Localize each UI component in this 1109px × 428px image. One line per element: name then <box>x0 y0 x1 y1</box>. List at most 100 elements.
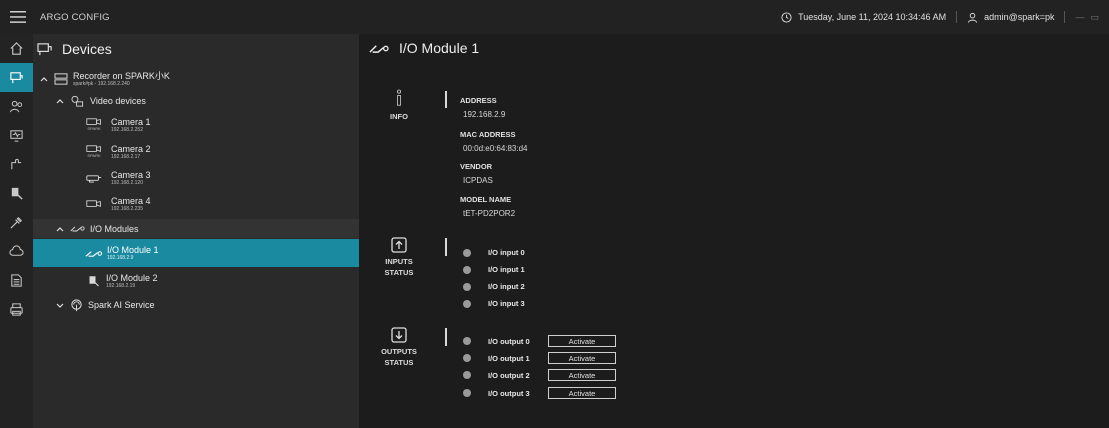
tree-item-io-module[interactable]: I/O Module 2 192.168.2.19 <box>33 269 359 293</box>
camera-icon <box>86 145 101 152</box>
tree-item-io-modules[interactable]: I/O Modules <box>33 219 359 238</box>
home-icon[interactable] <box>0 34 33 63</box>
activate-button[interactable]: Activate <box>548 387 616 399</box>
inputs-caption: INPUTS STATUS <box>384 257 414 277</box>
tree-item-camera[interactable]: Camera 3 192.168.2.120 <box>33 168 359 188</box>
users-icon[interactable] <box>0 92 33 121</box>
info-icon <box>397 89 401 106</box>
mac-label: MAC ADDRESS <box>460 130 516 139</box>
tree-item-camera[interactable]: SPARK Camera 2 192.168.2.17 <box>33 142 359 162</box>
io-input-row: I/O input 2 <box>463 282 548 291</box>
vendor-value: ICPDAS <box>463 176 493 185</box>
status-led <box>463 354 471 362</box>
devices-icon[interactable] <box>0 63 33 92</box>
user-icon <box>967 12 978 23</box>
status-led <box>463 337 471 345</box>
devices-panel: Devices Recorder on SPARK小K spark#pk - 1… <box>33 34 359 428</box>
camera-label: Camera 2 <box>111 144 151 154</box>
status-area: Tuesday, June 11, 2024 10:34:46 AM admin… <box>781 0 1099 34</box>
status-led <box>463 282 471 291</box>
model-value: tET-PD2POR2 <box>463 209 516 218</box>
activate-button[interactable]: Activate <box>548 352 616 364</box>
app-title: ARGO CONFIG <box>40 11 110 23</box>
document-icon[interactable] <box>0 266 33 295</box>
camera-label: Camera 1 <box>111 117 151 127</box>
info-caption: INFO <box>390 112 408 121</box>
chevron-up-icon[interactable] <box>55 224 65 234</box>
camera-brand: SPARK <box>87 126 101 131</box>
outputs-caption: OUTPUTS STATUS <box>381 347 417 367</box>
activate-button[interactable]: Activate <box>548 335 616 347</box>
activate-button[interactable]: Activate <box>548 369 616 381</box>
model-label: MODEL NAME <box>460 195 512 204</box>
chevron-up-icon[interactable] <box>55 96 65 106</box>
io-modules-icon <box>70 226 85 232</box>
mac-value: 00:0d:e0:64:83:d4 <box>463 144 528 153</box>
panel-title: Devices <box>62 41 112 57</box>
io-input-label: I/O input 1 <box>488 265 525 274</box>
io-output-row: I/O output 0 Activate <box>463 335 616 347</box>
bullet-camera-icon <box>86 174 102 183</box>
status-led <box>463 389 471 397</box>
app-window: ARGO CONFIG Tuesday, June 11, 2024 10:34… <box>0 0 1109 428</box>
camera-ip: 192.168.2.252 <box>111 127 143 133</box>
detail-header: I/O Module 1 <box>369 40 479 56</box>
menu-icon[interactable] <box>0 0 36 34</box>
io-input-row: I/O input 3 <box>463 299 548 308</box>
video-devices-label: Video devices <box>90 96 146 106</box>
tree-item-io-module[interactable]: I/O Module 1 192.168.2.9 <box>33 239 359 267</box>
printer-icon[interactable] <box>0 295 33 324</box>
outputs-section-icon: OUTPUTS STATUS <box>375 327 423 368</box>
io-device-icon <box>89 275 99 286</box>
tree-item-camera[interactable]: SPARK Camera 1 192.168.2.252 <box>33 115 359 135</box>
ai-service-icon <box>71 298 82 311</box>
status-led <box>463 371 471 379</box>
divider <box>445 91 447 108</box>
camera-label: Camera 3 <box>111 170 151 180</box>
address-value: 192.168.2.9 <box>463 110 506 119</box>
io-output-label: I/O output 2 <box>488 370 530 380</box>
io-output-label: I/O output 3 <box>488 388 530 398</box>
cloud-icon[interactable] <box>0 237 33 266</box>
io-module-ip: 192.168.2.19 <box>106 283 136 289</box>
inputs-section-icon: INPUTS STATUS <box>375 237 423 278</box>
recorder-sub: spark#pk - 192.168.2.240 <box>73 81 130 87</box>
detail-pane: I/O Module 1 INFO ADDRESS 192.168.2.9 MA… <box>359 34 1109 428</box>
datetime-text: Tuesday, June 11, 2024 10:34:46 AM <box>798 12 947 22</box>
title-bar: ARGO CONFIG Tuesday, June 11, 2024 10:34… <box>0 0 1109 34</box>
monitor-icon[interactable] <box>0 121 33 150</box>
io-input-label: I/O input 2 <box>488 282 525 291</box>
tree-item-camera[interactable]: Camera 4 192.168.2.235 <box>33 194 359 214</box>
puzzle-icon[interactable] <box>0 150 33 179</box>
io-output-row: I/O output 2 Activate <box>463 369 616 381</box>
status-led <box>463 248 471 257</box>
tree-item-recorder[interactable]: Recorder on SPARK小K spark#pk - 192.168.2… <box>33 69 359 89</box>
tools-icon[interactable] <box>0 208 33 237</box>
status-led <box>463 265 471 274</box>
user-name[interactable]: admin@spark=pk <box>984 12 1054 22</box>
recorder-label: Recorder on SPARK小K <box>73 71 170 81</box>
io-output-row: I/O output 3 Activate <box>463 387 616 399</box>
server-icon <box>54 73 68 85</box>
divider <box>1064 11 1066 23</box>
status-led <box>463 299 471 308</box>
video-devices-icon <box>71 95 84 107</box>
tree-item-video-devices[interactable]: Video devices <box>33 92 359 110</box>
io-output-label: I/O output 1 <box>488 353 530 363</box>
tree-item-ai-service[interactable]: Spark AI Service <box>33 296 359 314</box>
io-device-icon[interactable] <box>0 179 33 208</box>
camera-icon <box>86 200 101 207</box>
detail-title: I/O Module 1 <box>399 40 480 56</box>
divider <box>445 238 447 256</box>
io-module-label: I/O Module 1 <box>107 245 159 255</box>
camera-ip: 192.168.2.17 <box>111 154 141 160</box>
restore-icon[interactable]: ▭ <box>1090 12 1099 23</box>
nav-rail <box>0 34 33 428</box>
io-module-icon <box>369 44 389 53</box>
minimize-icon[interactable]: — <box>1075 12 1084 22</box>
chevron-up-icon[interactable] <box>39 74 49 84</box>
chevron-down-icon[interactable] <box>55 300 65 310</box>
io-input-row: I/O input 0 <box>463 248 548 257</box>
io-module-icon <box>85 250 103 257</box>
io-modules-label: I/O Modules <box>90 223 139 234</box>
